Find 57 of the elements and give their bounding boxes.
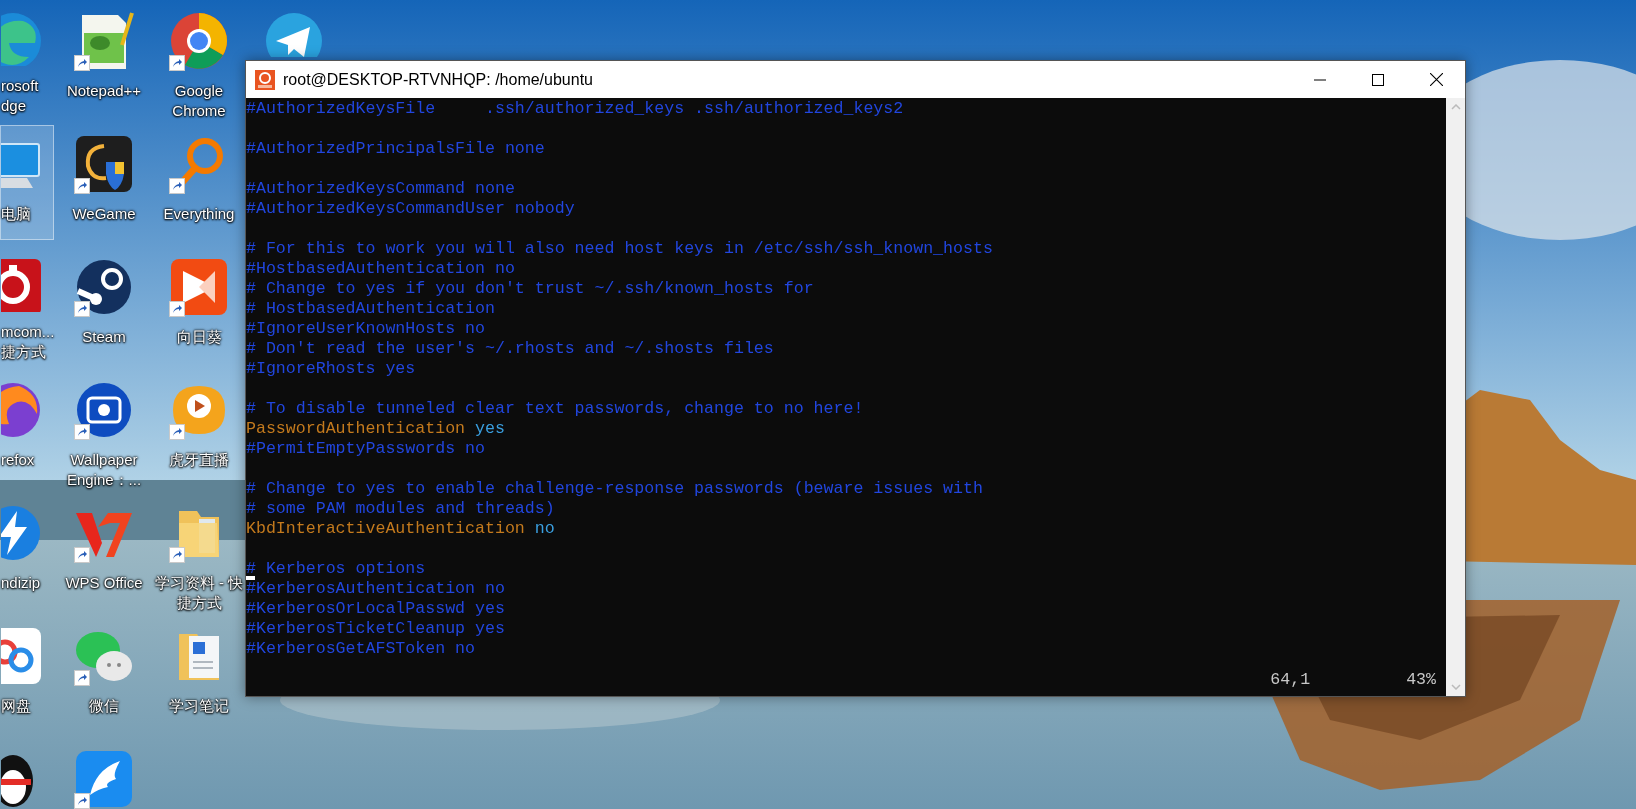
desktop-shortcut[interactable]: rosoft dge xyxy=(0,2,54,117)
desktop-shortcut[interactable]: Everything xyxy=(154,125,244,240)
scroll-down-icon[interactable] xyxy=(1450,684,1461,690)
config-comment: #AuthorizedKeysCommand none xyxy=(246,179,515,198)
desktop-shortcut[interactable]: Google Chrome xyxy=(154,2,244,117)
desktop-shortcut[interactable]: 学习笔记 xyxy=(154,617,244,732)
scrollbar[interactable] xyxy=(1446,98,1465,696)
desktop-shortcut[interactable]: 网盘 xyxy=(0,617,54,732)
maximize-icon xyxy=(1372,73,1384,86)
desktop-shortcut[interactable]: refox xyxy=(0,371,54,486)
ring-logo-icon xyxy=(169,11,229,71)
config-comment: # Change to yes if you don't trust ~/.ssh/known_hosts for xyxy=(246,279,814,298)
config-comment: # some PAM modules and threads) xyxy=(246,499,555,518)
config-comment: #AuthorizedKeysCommandUser nobody xyxy=(246,199,575,218)
desktop-shortcut[interactable]: 微信 xyxy=(59,617,149,732)
config-value: no xyxy=(534,519,555,538)
config-comment: #KerberosOrLocalPasswd yes xyxy=(246,599,505,618)
desktop-shortcut[interactable]: mcom... 捷方式 xyxy=(0,248,54,363)
camera-gear-icon xyxy=(74,380,134,440)
config-key: PasswordAuthentication xyxy=(246,419,466,438)
config-key: KbdInteractiveAuthentication xyxy=(246,519,525,538)
bow-tie-app-icon xyxy=(169,257,229,317)
config-comment: #KerberosGetAFSToken no xyxy=(246,639,476,658)
desktop-shortcut[interactable]: WeGame xyxy=(59,125,149,240)
config-comment: #IgnoreRhosts yes xyxy=(246,359,416,378)
piston-logo-icon xyxy=(74,257,134,317)
config-value: yes xyxy=(475,419,505,438)
config-comment: #KerberosTicketCleanup yes xyxy=(246,619,505,638)
scroll-percent: 43% xyxy=(1406,670,1436,690)
desktop-shortcut[interactable]: 向日葵 xyxy=(154,248,244,363)
window-title: root@DESKTOP-RTVNHQP: /home/ubuntu xyxy=(283,69,593,90)
desktop-shortcut[interactable]: Steam xyxy=(59,248,149,363)
desktop-shortcut[interactable]: 虎牙直播 xyxy=(154,371,244,486)
shield-app-icon xyxy=(74,134,134,194)
config-comment: # For this to work you will also need host keys in /etc/ssh/ssh_known_hosts xyxy=(246,239,993,258)
config-comment: # Don't read the user's ~/.rhosts and ~/.shosts files xyxy=(246,339,774,358)
config-comment: # Kerberos options xyxy=(246,559,426,578)
wing-app-icon xyxy=(74,749,134,809)
config-comment: #KerberosAuthentication no xyxy=(246,579,505,598)
config-comment: #PermitEmptyPasswords no xyxy=(246,439,485,458)
ring-app-icon xyxy=(255,69,275,90)
config-comment: #AuthorizedKeysFile .ssh/authorized_keys .ssh/authorized_keys2 xyxy=(246,99,904,118)
config-comment: #IgnoreUserKnownHosts no xyxy=(246,319,485,338)
config-comment: # Change to yes to enable challenge-response passwords (beware issues with xyxy=(246,479,983,498)
desktop-shortcut[interactable]: ndizip xyxy=(0,494,54,609)
desktop-shortcut[interactable]: 学习资料 - 快 捷方式 xyxy=(154,494,244,609)
close-icon xyxy=(1429,73,1443,86)
config-comment: #AuthorizedPrincipalsFile none xyxy=(246,139,545,158)
cursor-position: 64,1 xyxy=(1270,670,1311,690)
config-comment: # HostbasedAuthentication xyxy=(246,299,495,318)
desktop-shortcut[interactable]: 电脑 xyxy=(0,125,54,240)
desktop-shortcut[interactable]: Wallpaper Engine：... xyxy=(59,371,149,486)
config-comment: # To disable tunneled clear text passwords, change to no here! xyxy=(246,399,864,418)
desktop-shortcut[interactable]: Notepad++ xyxy=(59,2,149,117)
config-comment: #HostbasedAuthentication no xyxy=(246,259,515,278)
scroll-up-icon[interactable] xyxy=(1450,104,1461,110)
desktop-shortcut[interactable]: WPS Office xyxy=(59,494,149,609)
